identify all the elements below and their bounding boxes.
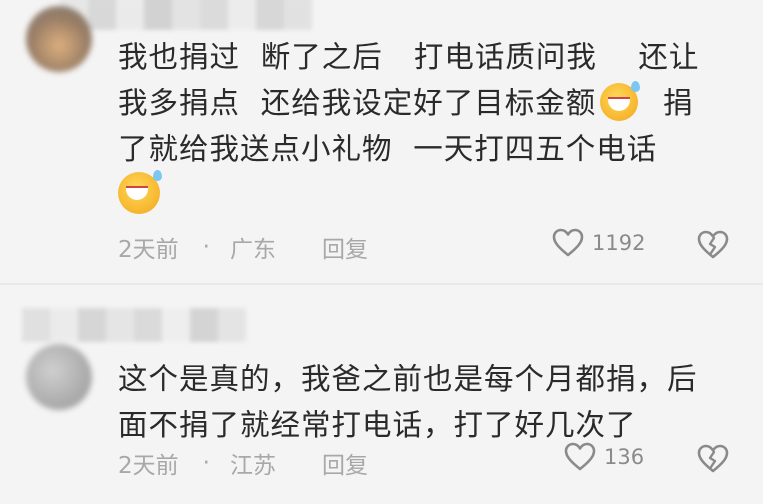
broken-heart-icon <box>697 230 729 259</box>
comment-location: 江苏 <box>229 453 276 479</box>
like-button[interactable]: 1192 <box>552 228 645 258</box>
dislike-button[interactable] <box>696 230 730 264</box>
like-count: 1192 <box>592 231 646 255</box>
comment-location: 广东 <box>229 237 276 263</box>
heart-icon <box>564 442 596 471</box>
avatar[interactable] <box>26 344 92 410</box>
comment-text: 我也捐过 断了之后 打电话质问我 还让 我多捐点 还给我设定好了目标金额 捐 了… <box>118 34 738 219</box>
separator-dot: · <box>202 234 210 260</box>
comment-item: 这个是真的，我爸之前也是每个月都捐，后 面不捐了就经常打电话，打了好几次了 2天… <box>0 286 763 504</box>
dislike-button[interactable] <box>696 444 730 478</box>
comment-text: 这个是真的，我爸之前也是每个月都捐，后 面不捐了就经常打电话，打了好几次了 <box>118 362 698 442</box>
blurred-username <box>60 0 312 30</box>
separator-dot: · <box>202 450 210 476</box>
comment-item: 我也捐过 断了之后 打电话质问我 还让 我多捐点 还给我设定好了目标金额 捐 了… <box>0 0 763 286</box>
like-button[interactable]: 136 <box>564 442 644 472</box>
blurred-username <box>22 308 246 342</box>
comment-divider <box>0 283 763 285</box>
comment-meta: 2天前 · 广东 回复 <box>118 230 368 264</box>
comment-meta: 2天前 · 江苏 回复 <box>118 446 368 480</box>
reply-button[interactable]: 回复 <box>322 446 368 480</box>
comment-time: 2天前 <box>118 453 179 479</box>
grinning-sweat-emoji-icon <box>600 81 641 121</box>
broken-heart-icon <box>697 444 729 473</box>
avatar[interactable] <box>26 6 92 72</box>
heart-icon <box>552 228 584 257</box>
grinning-sweat-emoji-icon <box>118 170 162 214</box>
comment-time: 2天前 <box>118 237 179 263</box>
like-count: 136 <box>604 445 645 469</box>
reply-button[interactable]: 回复 <box>322 230 368 264</box>
